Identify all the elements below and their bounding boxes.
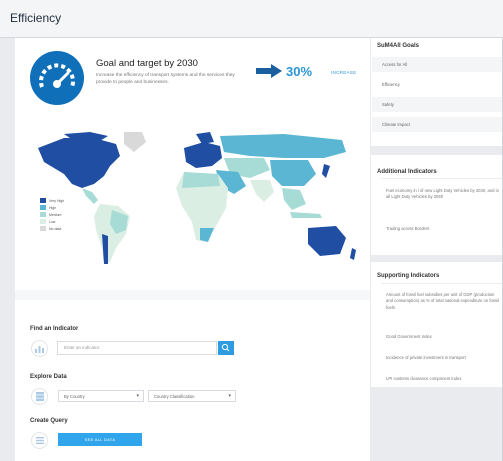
- indicator-link[interactable]: Good Government Index: [386, 334, 502, 340]
- divider: [381, 283, 503, 284]
- country-select[interactable]: By Country ▾: [58, 390, 144, 402]
- map-region-north-africa: [182, 172, 220, 188]
- goal-item-access[interactable]: Access for All: [372, 57, 503, 73]
- map-region-new-zealand: [350, 248, 356, 260]
- see-all-data-button[interactable]: SEE ALL DATA: [58, 433, 142, 446]
- legend-swatch: [40, 212, 46, 217]
- map-region-china: [270, 160, 316, 186]
- legend-row: Low: [40, 218, 74, 225]
- indicator-link[interactable]: Fuel economy in l of new Light Duty Vehi…: [386, 188, 502, 201]
- additional-indicators-panel: Additional Indicators: [371, 155, 503, 255]
- map-legend: Very High High Medium Low No data: [40, 197, 74, 232]
- map-region-central-america: [82, 188, 98, 204]
- divider: [381, 178, 503, 179]
- map-region-southern-africa: [200, 228, 214, 242]
- legend-row: High: [40, 204, 74, 211]
- map-region-southeast-asia: [282, 188, 306, 210]
- map-region-north-america: [38, 138, 120, 188]
- bar-chart-icon: [31, 340, 48, 357]
- indicator-link[interactable]: LPI customs clearance component index: [386, 376, 502, 382]
- legend-label: High: [49, 205, 57, 210]
- map-region-europe: [184, 142, 222, 168]
- goal-description: Increase the efficiency of transport sys…: [96, 73, 235, 85]
- map-region-greenland: [124, 132, 146, 152]
- map-region-australia: [308, 226, 346, 256]
- map-region-russia: [220, 134, 346, 158]
- list-icon: [31, 432, 48, 449]
- legend-label: Low: [49, 219, 56, 224]
- map-region-japan: [322, 164, 330, 178]
- search-icon: [221, 343, 230, 352]
- legend-swatch: [40, 198, 46, 203]
- speedometer-icon: [30, 51, 84, 105]
- legend-label: Very High: [49, 198, 65, 203]
- map-region-south-asia: [250, 180, 274, 202]
- classification-select[interactable]: Country Classification ▾: [148, 390, 236, 402]
- target-value: 30%: [286, 64, 313, 79]
- arrow-right-icon: [256, 64, 282, 78]
- legend-swatch: [40, 219, 46, 224]
- goal-item-safety[interactable]: Safety: [372, 97, 503, 113]
- country-select-value: By Country: [64, 394, 85, 399]
- legend-row: Very High: [40, 197, 74, 204]
- page-title: Efficiency: [10, 11, 62, 25]
- map-region-scandinavia: [196, 132, 214, 144]
- legend-label: Medium: [49, 212, 62, 217]
- legend-swatch: [40, 226, 46, 231]
- create-query-label: Create Query: [30, 418, 68, 424]
- world-map[interactable]: [24, 130, 364, 280]
- legend-label: No data: [49, 226, 62, 231]
- explore-data-label: Explore Data: [30, 374, 67, 380]
- find-indicator-label: Find an Indicator: [30, 326, 79, 332]
- indicator-link[interactable]: Amount of fossil fuel subsidies per unit…: [386, 292, 502, 311]
- goal-item-climate[interactable]: Climate Impact: [372, 117, 503, 133]
- goals-title: SuM4All Goals: [377, 43, 420, 49]
- supporting-indicators-title: Supporting Indicators: [377, 273, 440, 279]
- chevron-down-icon: ▾: [228, 393, 231, 399]
- indicator-link[interactable]: Trading across Borders: [386, 226, 502, 232]
- map-region-indonesia: [290, 212, 322, 218]
- goal-item-efficiency[interactable]: Efficiency: [372, 77, 503, 93]
- legend-row: Medium: [40, 211, 74, 218]
- database-icon: [31, 388, 48, 405]
- target-label: INCREASE: [331, 70, 357, 75]
- indicator-search-input[interactable]: Enter an indicator: [57, 341, 217, 355]
- classification-select-value: Country Classification: [154, 394, 195, 399]
- top-bar: Efficiency: [0, 0, 503, 38]
- legend-row: No data: [40, 225, 74, 232]
- search-button[interactable]: [218, 341, 234, 355]
- legend-swatch: [40, 205, 46, 210]
- indicator-link[interactable]: Incidence of private investment in trans…: [386, 355, 502, 361]
- goal-title: Goal and target by 2030: [96, 58, 198, 69]
- chevron-down-icon: ▾: [136, 393, 139, 399]
- additional-indicators-title: Additional Indicators: [377, 169, 437, 175]
- supporting-indicators-panel: Supporting Indicators: [371, 262, 503, 387]
